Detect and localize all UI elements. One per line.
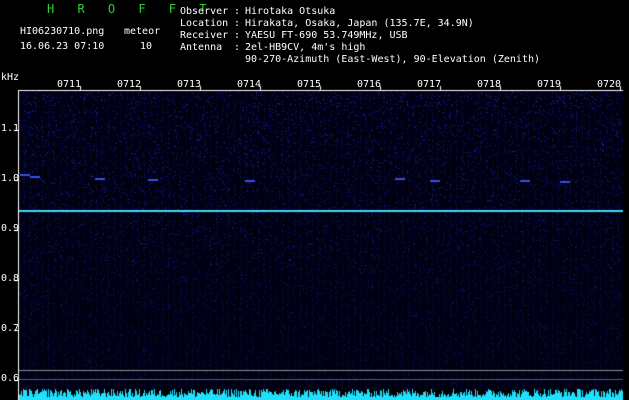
info-value-direction: 90-270-Azimuth (East-West), 90-Elevation… [245,54,541,65]
datetime-label: 16.06.23 07:10 [20,41,105,52]
y-tick-label: 0.6 [1,373,20,384]
x-tick-label: 0717 [417,79,442,90]
x-tick-label: 0720 [597,79,622,90]
x-tick-label: 0713 [177,79,202,90]
x-tick-label: 0716 [357,79,382,90]
info-sep: : [234,6,241,17]
x-tick-label: 0714 [237,79,262,90]
y-tick-label: 1.0 [1,173,20,184]
x-tick-label: 0712 [117,79,142,90]
y-tick-label: 0.7 [1,323,20,334]
info-sep: : [234,42,241,53]
y-tick-label: 0.9 [1,223,20,234]
y-axis-unit: kHz [1,72,20,83]
meteor-label: meteor [124,26,161,37]
info-label-location: Location [180,18,229,29]
y-tick-label: 0.8 [1,273,20,284]
info-sep: : [234,30,241,41]
meteor-count: 10 [140,41,153,52]
info-label-receiver: Receiver [180,30,229,41]
info-value-location: Hirakata, Osaka, Japan (135.7E, 34.9N) [245,18,474,29]
info-label-observer: Observer [180,6,229,17]
info-value-antenna: 2el-HB9CV, 4m's high [245,42,366,53]
info-value-receiver: YAESU FT-690 53.749MHz, USB [245,30,408,41]
info-value-observer: Hirotaka Otsuka [245,6,336,17]
x-tick-label: 0715 [297,79,322,90]
x-tick-label: 0719 [537,79,562,90]
x-tick-label: 0718 [477,79,502,90]
y-tick-label: 1.1 [1,123,20,134]
info-sep: : [234,18,241,29]
x-tick-label: 0711 [57,79,82,90]
info-label-antenna: Antenna [180,42,223,53]
filename-label: HI06230710.png [20,26,105,37]
